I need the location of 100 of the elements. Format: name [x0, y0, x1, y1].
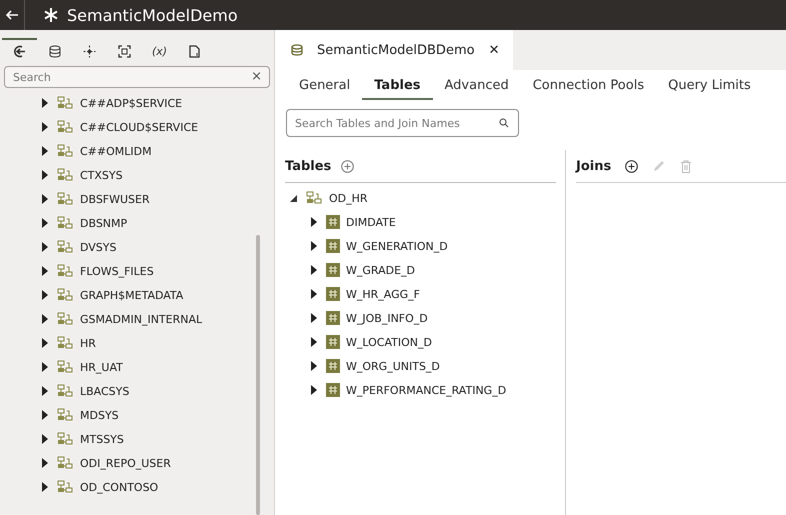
collapse-caret-icon[interactable]: [290, 193, 298, 203]
schema-icon: [306, 191, 323, 205]
expand-caret-icon[interactable]: [41, 410, 49, 420]
close-button[interactable]: ✕: [488, 42, 500, 58]
expand-caret-icon[interactable]: [41, 266, 49, 276]
schema-icon: [57, 144, 74, 158]
panel-title: Joins: [576, 158, 612, 174]
table-icon: [326, 263, 340, 277]
add-icon: [625, 160, 638, 172]
tree-item-label[interactable]: W_HR_AGG_F: [346, 288, 420, 300]
schema-icon: [57, 288, 74, 302]
schema-item[interactable]: FLOWS_FILES: [80, 264, 154, 278]
schema-icon: [57, 360, 74, 374]
expand-caret-icon[interactable]: [310, 337, 318, 347]
pencil-icon: [652, 159, 666, 173]
expand-caret-icon[interactable]: [41, 314, 49, 324]
tree-item-label[interactable]: W_LOCATION_D: [346, 336, 432, 348]
snowflake-icon: [43, 7, 59, 23]
tab[interactable]: Advanced: [432, 74, 521, 100]
expand-caret-icon[interactable]: [41, 386, 49, 396]
expand-caret-icon[interactable]: [41, 338, 49, 348]
schema-item[interactable]: DVSYS: [80, 240, 116, 254]
expand-caret-icon[interactable]: [41, 194, 49, 204]
schema-icon: [57, 456, 74, 470]
schema-item[interactable]: CTXSYS: [80, 168, 123, 182]
tree-item-label[interactable]: W_GRADE_D: [346, 264, 416, 276]
expand-caret-icon[interactable]: [41, 242, 49, 252]
variable-icon: (x): [152, 44, 168, 58]
schema-item[interactable]: OD_CONTOSO: [80, 480, 158, 494]
schema-item[interactable]: GSMADMIN_INTERNAL: [80, 312, 202, 326]
tree-item-label[interactable]: W_ORG_UNITS_D: [346, 360, 440, 372]
schema-item[interactable]: GRAPH$METADATA: [80, 288, 184, 302]
schema-icon: [57, 264, 74, 278]
schema-icon: [57, 432, 74, 446]
expand-caret-icon[interactable]: [310, 361, 318, 371]
move-icon: [83, 44, 96, 58]
schema-item[interactable]: HR: [80, 336, 96, 350]
expand-caret-icon[interactable]: [310, 241, 318, 251]
expand-caret-icon[interactable]: [41, 482, 49, 492]
expand-caret-icon[interactable]: [41, 218, 49, 228]
app-title: SemanticModelDemo: [67, 6, 238, 24]
schema-icon: [57, 480, 74, 494]
schema-item[interactable]: LBACSYS: [80, 384, 130, 398]
schema-item[interactable]: C##OMLIDM: [80, 144, 152, 158]
tool-tab[interactable]: (x): [142, 38, 177, 62]
tab[interactable]: Connection Pools: [520, 74, 656, 100]
database-icon: [291, 44, 303, 56]
tab[interactable]: Query Limits: [656, 74, 763, 100]
tree-item-label[interactable]: W_PERFORMANCE_RATING_D: [346, 384, 506, 396]
expand-caret-icon[interactable]: [41, 290, 49, 300]
schema-icon: [57, 336, 74, 350]
database-icon: [48, 44, 60, 58]
schema-item[interactable]: MTSSYS: [80, 432, 124, 446]
schema-item[interactable]: DBSNMP: [80, 216, 128, 230]
schema-icon: [57, 168, 74, 182]
tree-item-label[interactable]: W_JOB_INFO_D: [346, 312, 428, 324]
tree-item-label[interactable]: W_GENERATION_D: [346, 240, 448, 252]
schema-item[interactable]: ODI_REPO_USER: [80, 456, 171, 470]
editor-tab[interactable]: SemanticModelDBDemo ✕: [275, 30, 514, 70]
table-icon: [326, 311, 340, 325]
schema-icon: [57, 192, 74, 206]
schema-item[interactable]: C##ADP$SERVICE: [80, 96, 182, 110]
editor-tab-title: SemanticModelDBDemo: [317, 42, 475, 58]
search-icon: [499, 118, 509, 128]
expand-caret-icon[interactable]: [41, 122, 49, 132]
schema-icon: [57, 312, 74, 326]
back-arrow-icon: [6, 10, 18, 20]
tab[interactable]: Tables: [362, 74, 433, 100]
expand-caret-icon[interactable]: [41, 146, 49, 156]
expand-caret-icon[interactable]: [41, 434, 49, 444]
schema-item[interactable]: DBSFWUSER: [80, 192, 150, 206]
expand-caret-icon[interactable]: [310, 265, 318, 275]
table-icon: [326, 383, 340, 397]
search-field[interactable]: Search Tables and Join Names: [286, 109, 519, 137]
connect-icon: [13, 44, 26, 58]
expand-caret-icon[interactable]: [41, 170, 49, 180]
document-icon: [189, 44, 200, 58]
schema-icon: [57, 384, 74, 398]
schema-icon: [57, 408, 74, 422]
table-icon: [326, 335, 340, 349]
schema-item[interactable]: HR_UAT: [80, 360, 123, 374]
tab[interactable]: General: [287, 74, 362, 100]
tree-item-label[interactable]: OD_HR: [329, 192, 368, 204]
expand-caret-icon[interactable]: [41, 458, 49, 468]
schema-icon: [57, 96, 74, 110]
scrollbar[interactable]: [256, 235, 260, 515]
clear-button[interactable]: ×: [251, 69, 262, 84]
expand-caret-icon[interactable]: [310, 313, 318, 323]
expand-caret-icon[interactable]: [41, 98, 49, 108]
expand-caret-icon[interactable]: [310, 289, 318, 299]
schema-icon: [57, 216, 74, 230]
expand-caret-icon[interactable]: [41, 362, 49, 372]
add-button[interactable]: [625, 160, 638, 172]
expand-caret-icon[interactable]: [310, 217, 318, 227]
panel-title: Tables: [285, 158, 332, 174]
tree-item-label[interactable]: DIMDATE: [346, 216, 396, 228]
table-icon: [326, 215, 340, 229]
expand-caret-icon[interactable]: [310, 385, 318, 395]
schema-item[interactable]: C##CLOUD$SERVICE: [80, 120, 198, 134]
schema-item[interactable]: MDSYS: [80, 408, 119, 422]
